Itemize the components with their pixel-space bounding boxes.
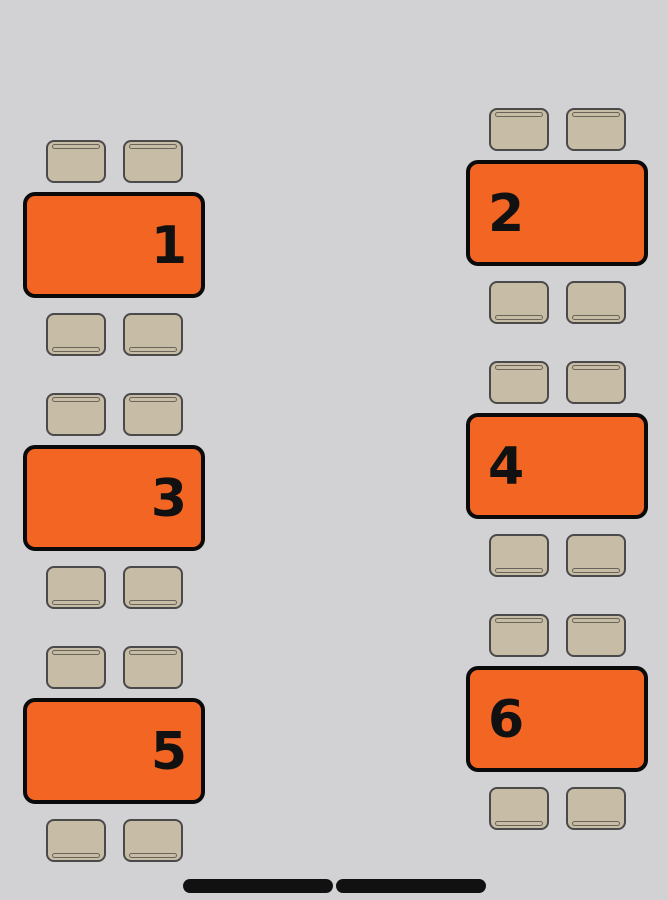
chair bbox=[46, 140, 106, 183]
divider-bar bbox=[336, 879, 486, 893]
chair bbox=[489, 534, 549, 577]
chair bbox=[489, 108, 549, 151]
table-number: 4 bbox=[488, 437, 525, 497]
chair bbox=[46, 393, 106, 436]
chair bbox=[489, 614, 549, 657]
table-group-2: 2 bbox=[466, 108, 650, 324]
table-number: 1 bbox=[150, 216, 187, 276]
table-number: 5 bbox=[150, 722, 187, 782]
table-group-3: 3 bbox=[23, 393, 207, 609]
chair bbox=[46, 819, 106, 862]
table-4[interactable]: 4 bbox=[466, 413, 648, 519]
chair bbox=[123, 819, 183, 862]
chair bbox=[566, 108, 626, 151]
table-group-4: 4 bbox=[466, 361, 650, 577]
chair bbox=[46, 566, 106, 609]
chair bbox=[46, 646, 106, 689]
table-group-1: 1 bbox=[23, 140, 207, 356]
chair bbox=[489, 361, 549, 404]
table-number: 3 bbox=[150, 469, 187, 529]
table-6[interactable]: 6 bbox=[466, 666, 648, 772]
chair bbox=[123, 393, 183, 436]
chair bbox=[123, 646, 183, 689]
table-group-6: 6 bbox=[466, 614, 650, 830]
floor-plan: 1 2 3 4 5 6 bbox=[0, 0, 668, 900]
chair bbox=[566, 787, 626, 830]
table-number: 2 bbox=[488, 184, 525, 244]
table-2[interactable]: 2 bbox=[466, 160, 648, 266]
chair bbox=[123, 566, 183, 609]
table-number: 6 bbox=[488, 690, 525, 750]
chair bbox=[566, 361, 626, 404]
chair bbox=[566, 281, 626, 324]
chair bbox=[46, 313, 106, 356]
chair bbox=[123, 313, 183, 356]
divider-bar bbox=[183, 879, 333, 893]
chair bbox=[489, 787, 549, 830]
table-5[interactable]: 5 bbox=[23, 698, 205, 804]
table-group-5: 5 bbox=[23, 646, 207, 862]
chair bbox=[566, 534, 626, 577]
chair bbox=[123, 140, 183, 183]
table-1[interactable]: 1 bbox=[23, 192, 205, 298]
chair bbox=[489, 281, 549, 324]
table-3[interactable]: 3 bbox=[23, 445, 205, 551]
chair bbox=[566, 614, 626, 657]
